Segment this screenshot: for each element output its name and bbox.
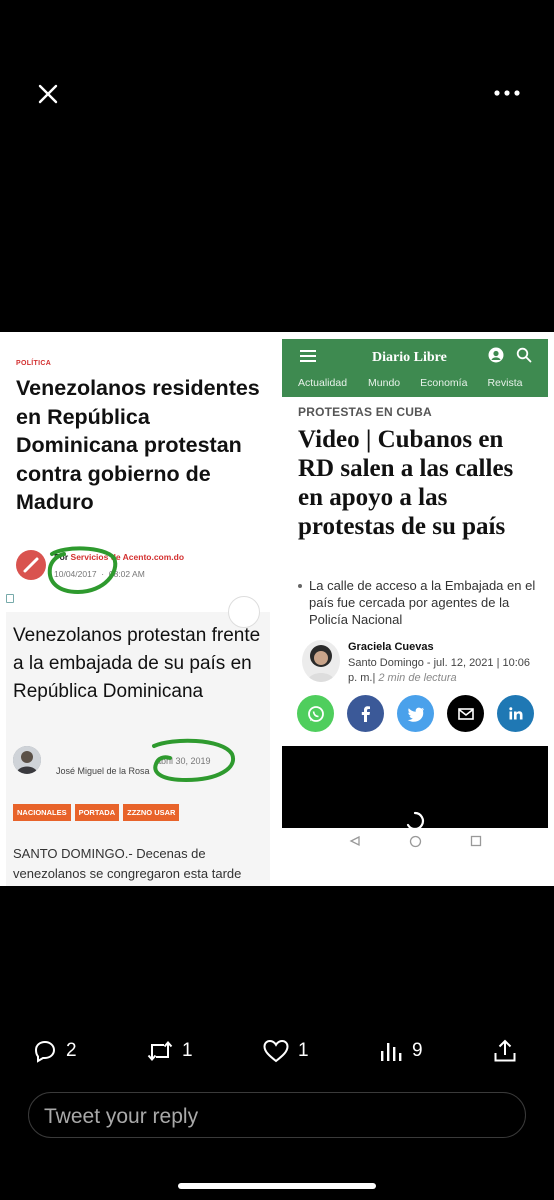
menu-icon[interactable] <box>300 349 316 363</box>
reply-icon <box>34 1040 56 1063</box>
more-icon[interactable] <box>492 86 522 100</box>
linkedin-share-button[interactable] <box>497 695 534 732</box>
email-icon <box>457 707 474 720</box>
view-count: 9 <box>412 1040 423 1061</box>
facebook-share-button[interactable] <box>347 695 384 732</box>
share-icon <box>494 1039 516 1062</box>
reply-input[interactable]: Tweet your reply <box>28 1092 526 1138</box>
email-share-button[interactable] <box>447 695 484 732</box>
retweet-button[interactable]: 1 <box>146 1038 193 1064</box>
linkedin-icon <box>508 706 522 719</box>
heart-icon <box>263 1039 289 1063</box>
retweet-count: 1 <box>182 1040 193 1061</box>
back-icon <box>349 835 360 847</box>
diario-libre-article: Diario Libre Actualidad Mundo Economía R… <box>282 339 548 886</box>
article-headline: Venezolanos protestan frente a la embaja… <box>13 625 261 702</box>
tweet-image[interactable]: POLÍTICA Venezolanos residentes en Repúb… <box>0 332 554 886</box>
close-icon[interactable] <box>34 80 62 108</box>
author-avatar <box>16 550 46 580</box>
tag[interactable]: PORTADA <box>74 804 120 821</box>
article-headline: Video | Cubanos en RD salen a las calles… <box>298 426 514 540</box>
home-indicator[interactable] <box>178 1183 376 1189</box>
article-author: José Miguel de la Rosa <box>56 766 150 776</box>
search-icon[interactable] <box>516 347 532 363</box>
analytics-icon <box>381 1043 402 1061</box>
twitter-share-button[interactable] <box>397 695 434 732</box>
nav-item[interactable]: Economía <box>420 377 467 389</box>
site-nav: Actualidad Mundo Economía Revista <box>282 377 548 389</box>
user-icon[interactable] <box>488 347 504 363</box>
author-avatar <box>13 746 41 774</box>
site-header: Diario Libre Actualidad Mundo Economía R… <box>282 339 548 397</box>
article-meta: Santo Domingo - jul. 12, 2021 | 10:06 p.… <box>348 656 538 686</box>
article-headline: Venezolanos residentes en República Domi… <box>16 376 260 514</box>
tweet-action-bar: 2 1 1 9 <box>0 1038 554 1070</box>
venezolanos-article: Venezolanos protestan frente a la embaja… <box>6 596 270 886</box>
share-buttons <box>297 695 534 732</box>
recents-icon <box>470 835 481 847</box>
facebook-icon <box>361 705 370 722</box>
tag-list: NACIONALES PORTADA ZZZNO USAR <box>13 804 180 821</box>
reply-button[interactable]: 2 <box>32 1038 77 1064</box>
home-icon <box>409 835 421 847</box>
retweet-icon <box>147 1040 173 1062</box>
whatsapp-share-button[interactable] <box>297 695 334 732</box>
article-kicker: PROTESTAS EN CUBA <box>298 405 432 419</box>
twitter-icon <box>407 707 424 722</box>
site-logo[interactable]: Diario Libre <box>372 350 447 366</box>
like-count: 1 <box>298 1040 309 1061</box>
views-button[interactable]: 9 <box>378 1038 423 1064</box>
nav-item[interactable]: Revista <box>487 377 522 389</box>
summary-text: La calle de acceso a la Embajada en el p… <box>309 578 536 627</box>
like-button[interactable]: 1 <box>262 1038 309 1064</box>
acento-article: POLÍTICA Venezolanos residentes en Repúb… <box>0 332 276 600</box>
tag[interactable]: NACIONALES <box>13 804 71 821</box>
highlight-circle <box>47 546 118 595</box>
reporter-name[interactable]: Graciela Cuevas <box>348 641 434 653</box>
reply-placeholder: Tweet your reply <box>44 1105 199 1128</box>
article-body: SANTO DOMINGO.- Decenas de venezolanos s… <box>13 846 242 881</box>
android-nav-bar <box>282 828 548 854</box>
whatsapp-icon <box>307 705 324 722</box>
article-section: POLÍTICA <box>16 360 52 367</box>
nav-item[interactable]: Actualidad <box>298 377 347 389</box>
reporter-avatar <box>302 640 340 682</box>
share-button[interactable] <box>492 1038 518 1064</box>
read-time: 2 min de lectura <box>378 672 457 684</box>
video-player[interactable] <box>282 746 548 831</box>
highlight-circle <box>152 738 236 783</box>
nav-item[interactable]: Mundo <box>368 377 400 389</box>
article-summary: La calle de acceso a la Embajada en el p… <box>298 577 538 628</box>
broken-image-icon <box>6 594 14 603</box>
tag[interactable]: ZZZNO USAR <box>123 804 180 821</box>
reply-count: 2 <box>66 1040 77 1061</box>
